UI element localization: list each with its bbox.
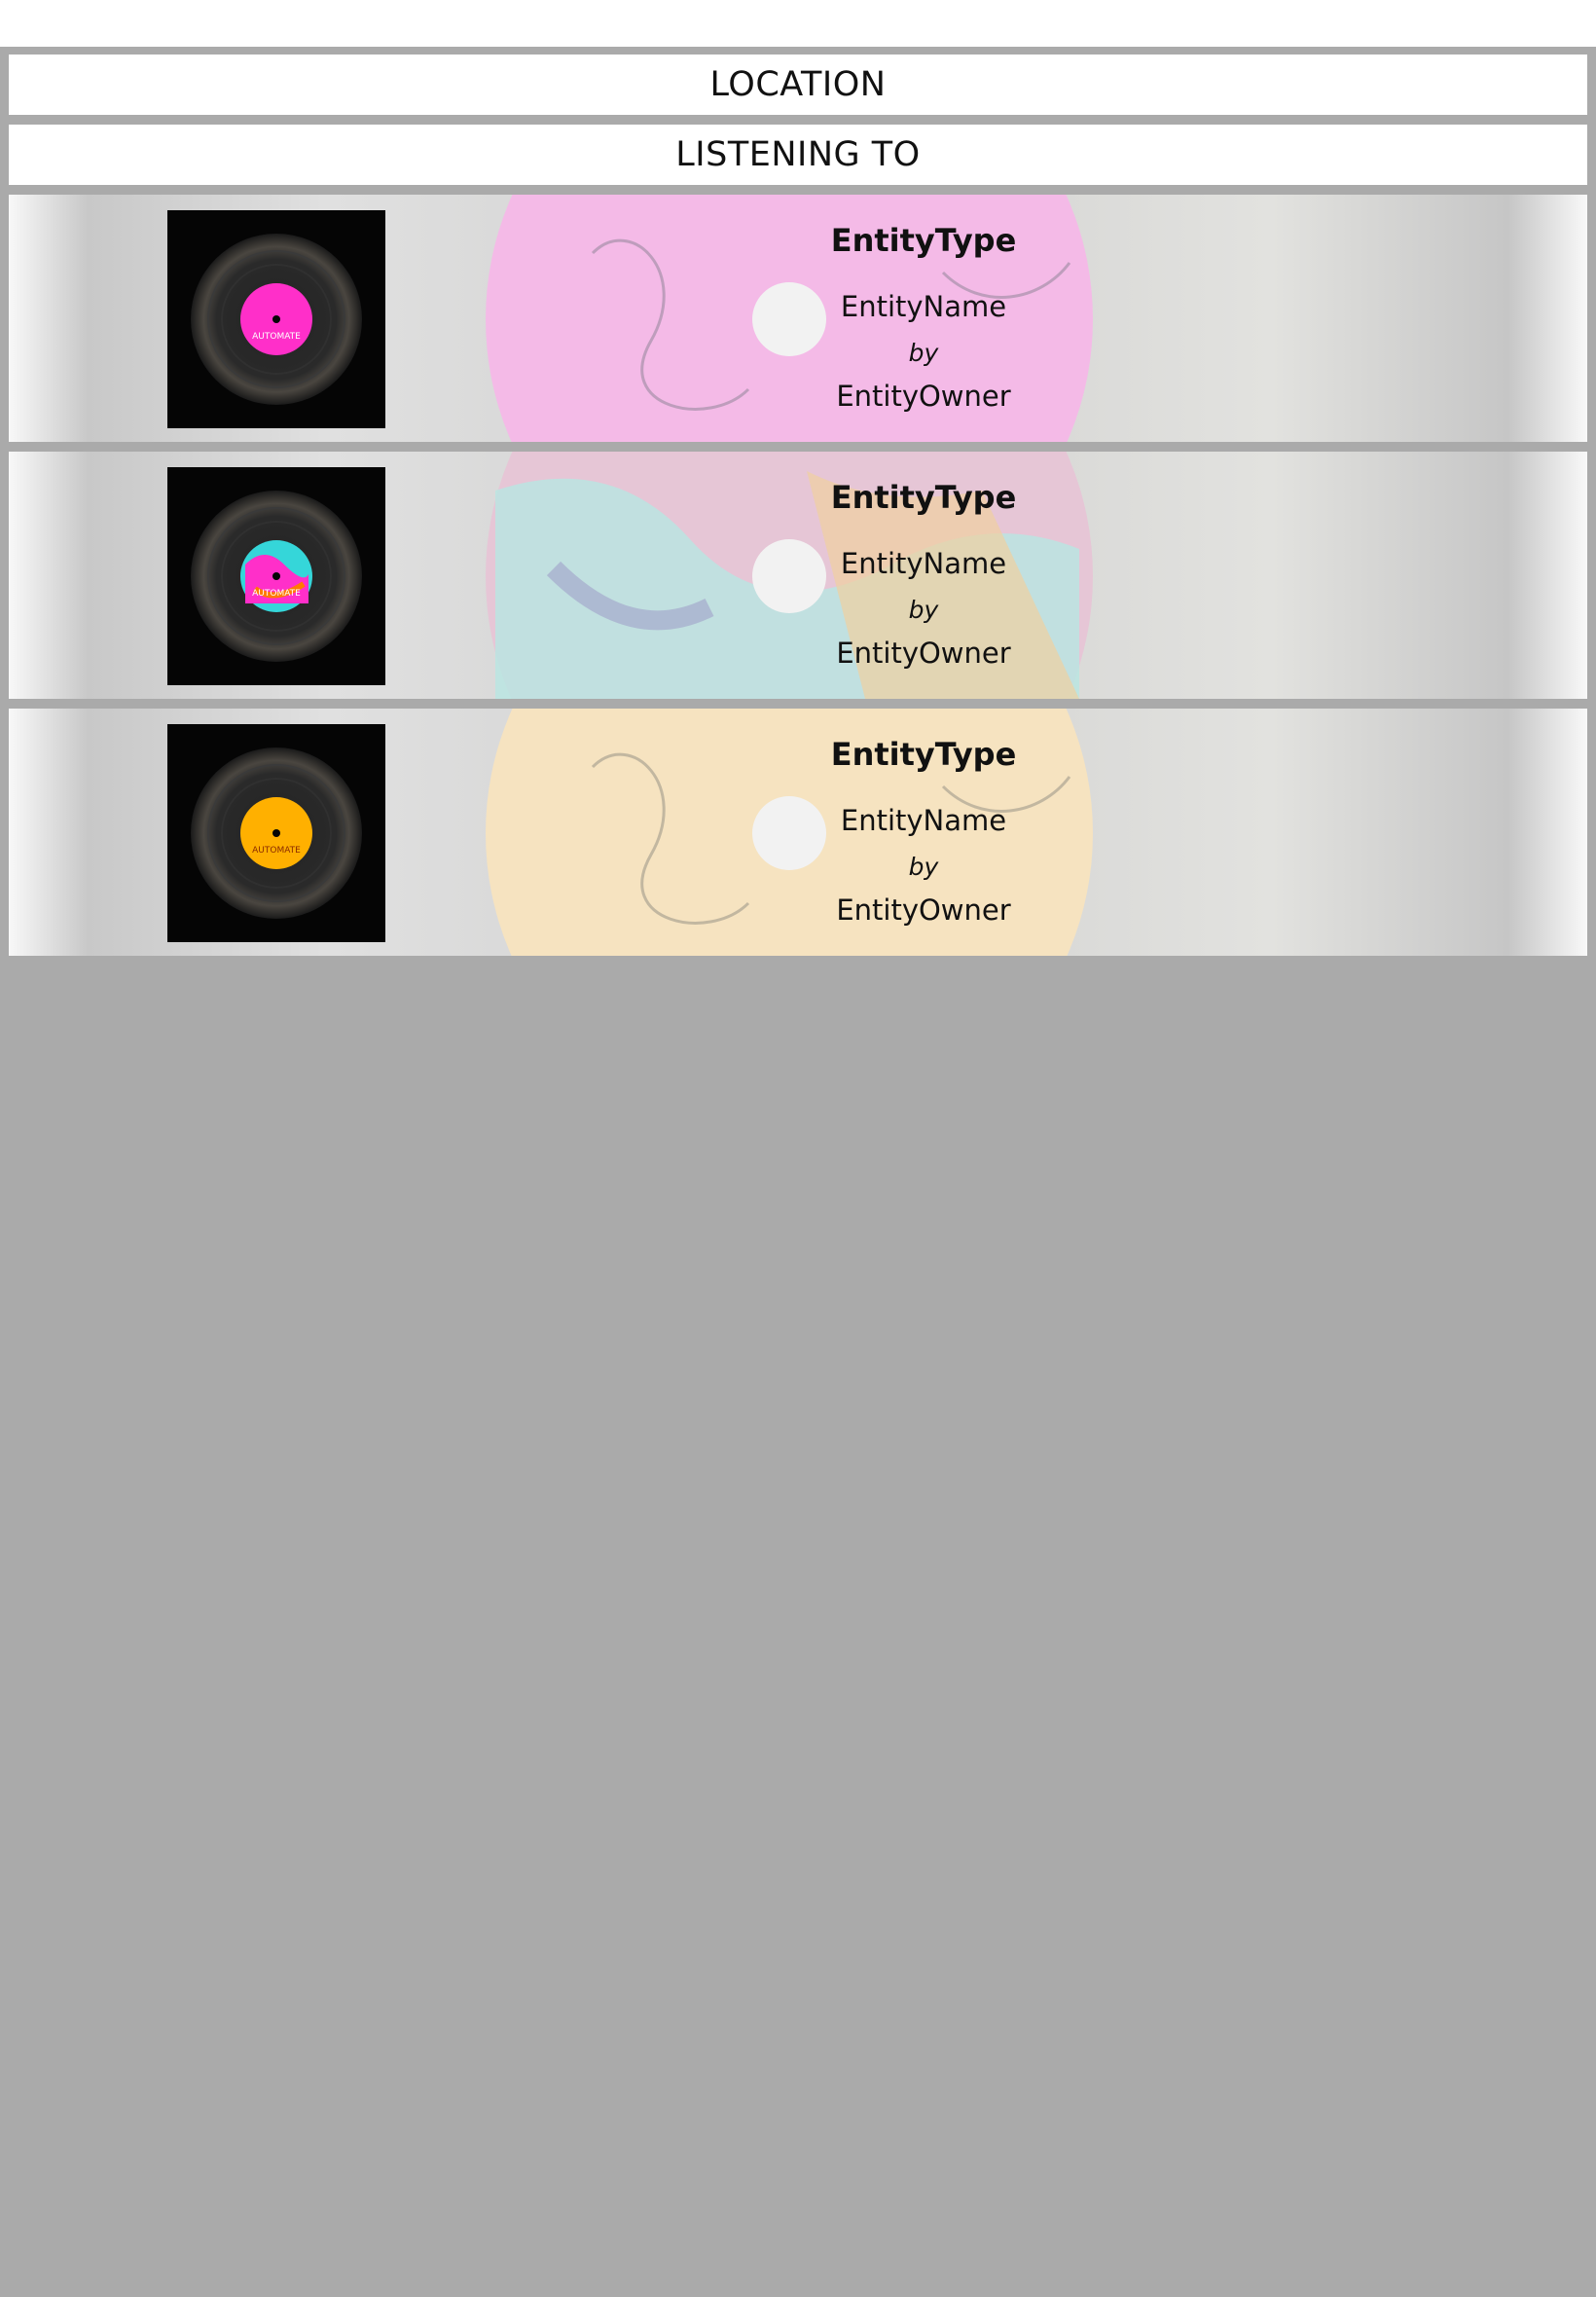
entity-info: EntityType EntityName by EntityOwner bbox=[690, 709, 1157, 956]
album-label-text: AUTOMATE bbox=[252, 332, 301, 342]
now-playing-card[interactable]: AUTOMATE EntityType EntityName by Entity… bbox=[9, 195, 1587, 442]
entity-name: EntityName bbox=[840, 804, 1007, 837]
now-playing-card[interactable]: AUTOMATE EntityType EntityName by Entity… bbox=[9, 709, 1587, 956]
location-header: LOCATION bbox=[9, 55, 1587, 115]
album-art-thumbnail: AUTOMATE bbox=[167, 210, 385, 428]
by-label: by bbox=[908, 339, 939, 367]
entity-type: EntityType bbox=[830, 222, 1017, 259]
now-playing-card[interactable]: AUTOMATE EntityType EntityName by Entity… bbox=[9, 452, 1587, 699]
entity-owner: EntityOwner bbox=[836, 380, 1011, 413]
listening-to-header: LISTENING TO bbox=[9, 125, 1587, 185]
entity-type: EntityType bbox=[830, 479, 1017, 516]
entity-type: EntityType bbox=[830, 736, 1017, 773]
entity-owner: EntityOwner bbox=[836, 637, 1011, 670]
entity-info: EntityType EntityName by EntityOwner bbox=[690, 195, 1157, 442]
by-label: by bbox=[908, 853, 939, 881]
by-label: by bbox=[908, 596, 939, 624]
entity-name: EntityName bbox=[840, 547, 1007, 580]
album-label-text: AUTOMATE bbox=[252, 846, 301, 856]
entity-owner: EntityOwner bbox=[836, 893, 1011, 927]
album-art-thumbnail: AUTOMATE bbox=[167, 467, 385, 685]
album-label-text: AUTOMATE bbox=[252, 589, 301, 599]
entity-info: EntityType EntityName by EntityOwner bbox=[690, 452, 1157, 699]
location-title: LOCATION bbox=[709, 65, 887, 104]
album-art-thumbnail: AUTOMATE bbox=[167, 724, 385, 942]
listening-to-title: LISTENING TO bbox=[675, 135, 921, 174]
entity-name: EntityName bbox=[840, 290, 1007, 323]
top-bar bbox=[0, 0, 1596, 47]
